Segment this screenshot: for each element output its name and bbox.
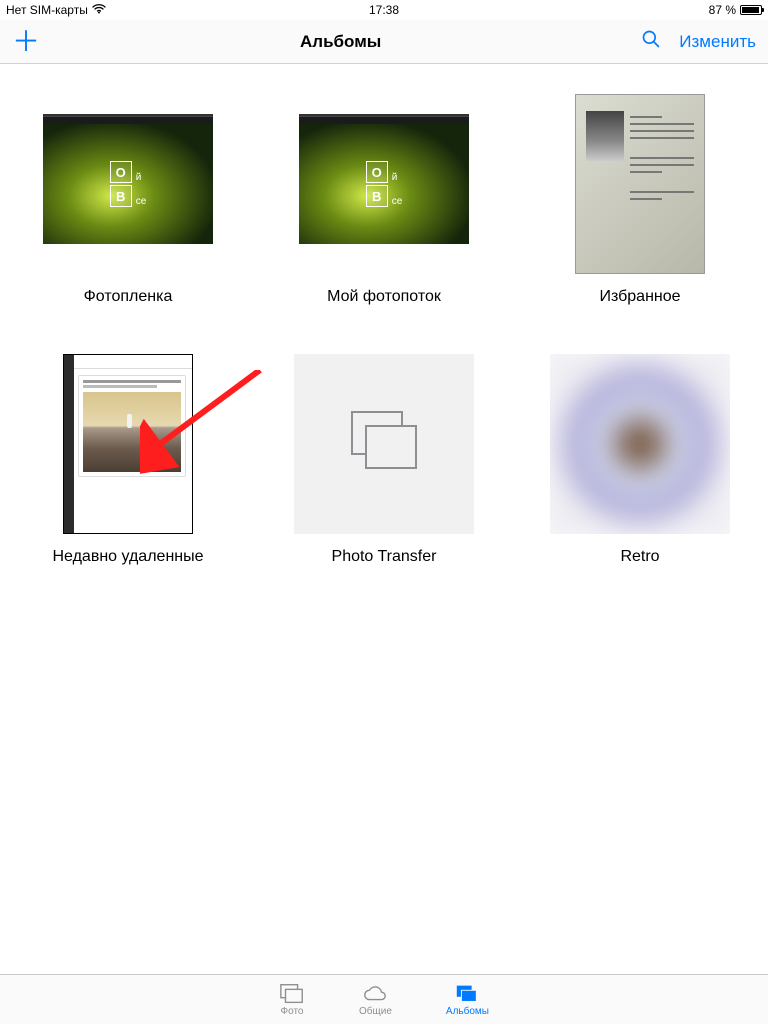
carrier-text: Нет SIM-карты bbox=[6, 3, 88, 17]
album-recently-deleted[interactable]: Недавно удаленные bbox=[30, 354, 226, 566]
album-thumbnail: Ой Все bbox=[294, 94, 474, 274]
battery-percent: 87 % bbox=[709, 3, 736, 17]
album-label: Недавно удаленные bbox=[52, 548, 203, 566]
page-title: Альбомы bbox=[300, 32, 381, 52]
album-photo-transfer[interactable]: Photo Transfer bbox=[286, 354, 482, 566]
albums-icon bbox=[454, 982, 480, 1006]
album-favorites[interactable]: Избранное bbox=[542, 94, 738, 306]
tile: О bbox=[366, 161, 388, 183]
stacked-photos-icon bbox=[342, 404, 426, 484]
albums-grid: Ой Все Фотопленка Ой Все Мой фотопоток bbox=[0, 64, 768, 576]
battery-icon bbox=[740, 5, 762, 15]
status-time: 17:38 bbox=[369, 3, 399, 17]
tile-sub: се bbox=[136, 196, 147, 207]
tab-bar: Фото Общие Альбомы bbox=[0, 974, 768, 1024]
tab-label: Фото bbox=[281, 1006, 304, 1017]
navbar: ＋ Альбомы Изменить bbox=[0, 20, 768, 64]
tab-photos[interactable]: Фото bbox=[279, 975, 305, 1024]
album-photostream[interactable]: Ой Все Мой фотопоток bbox=[286, 94, 482, 306]
search-button[interactable] bbox=[641, 29, 661, 54]
album-camera-roll[interactable]: Ой Все Фотопленка bbox=[30, 94, 226, 306]
photos-icon bbox=[279, 982, 305, 1006]
tile: О bbox=[110, 161, 132, 183]
album-label: Мой фотопоток bbox=[327, 288, 441, 306]
status-bar: Нет SIM-карты 17:38 87 % bbox=[0, 0, 768, 20]
edit-button[interactable]: Изменить bbox=[679, 32, 756, 52]
album-retro[interactable]: Retro bbox=[542, 354, 738, 566]
album-label: Photo Transfer bbox=[332, 548, 437, 566]
tab-albums[interactable]: Альбомы bbox=[446, 975, 489, 1024]
album-thumbnail: Ой Все bbox=[38, 94, 218, 274]
tab-label: Альбомы bbox=[446, 1006, 489, 1017]
tile-sub: й bbox=[392, 172, 398, 183]
tile-sub: й bbox=[136, 172, 142, 183]
tab-shared[interactable]: Общие bbox=[359, 975, 392, 1024]
album-thumbnail bbox=[294, 354, 474, 534]
search-icon bbox=[641, 29, 661, 49]
album-thumbnail bbox=[38, 354, 218, 534]
tile-sub: се bbox=[392, 196, 403, 207]
wifi-icon bbox=[92, 3, 106, 17]
album-label: Избранное bbox=[599, 288, 680, 306]
tile: В bbox=[366, 185, 388, 207]
cloud-icon bbox=[362, 982, 388, 1006]
add-album-button[interactable]: ＋ bbox=[12, 28, 40, 56]
album-label: Фотопленка bbox=[84, 288, 173, 306]
album-thumbnail bbox=[550, 354, 730, 534]
tab-label: Общие bbox=[359, 1006, 392, 1017]
tile: В bbox=[110, 185, 132, 207]
album-label: Retro bbox=[620, 548, 659, 566]
album-thumbnail bbox=[550, 94, 730, 274]
